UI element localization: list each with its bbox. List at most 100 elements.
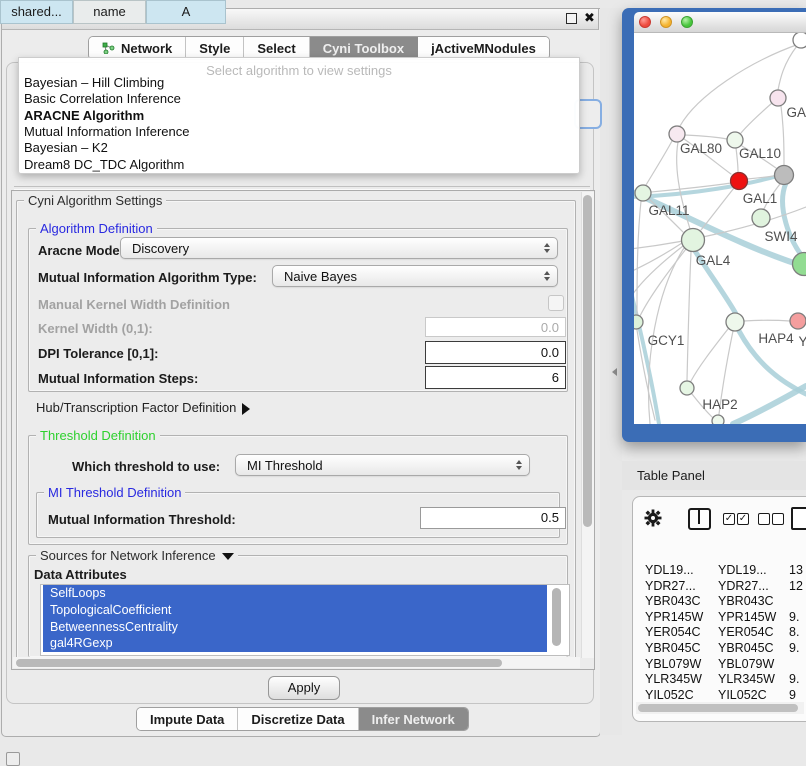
table-row[interactable]: YBR043CYBR043C <box>639 594 806 610</box>
algorithm-option[interactable]: Bayesian – Hill Climbing <box>24 75 164 91</box>
network-edge[interactable] <box>634 246 683 298</box>
data-attributes-label: Data Attributes <box>34 567 127 582</box>
column-header[interactable]: name <box>73 0 146 24</box>
table-horizontal-scrollbar-thumb[interactable] <box>638 704 798 712</box>
apply-button[interactable]: Apply <box>268 676 340 700</box>
tab-discretize-data[interactable]: Discretize Data <box>238 708 358 730</box>
network-edge[interactable] <box>691 329 728 381</box>
table-row[interactable]: YBL079WYBL079W <box>639 657 806 673</box>
close-panel-icon[interactable]: ✖ <box>584 10 595 26</box>
table-row[interactable]: YPR145WYPR145W9. <box>639 610 806 626</box>
table-row[interactable]: YDL19...YDL19...13 <box>639 563 806 579</box>
table-row[interactable]: YLR345WYLR345W9. <box>639 672 806 688</box>
show-columns-icon[interactable] <box>688 508 711 530</box>
minimize-window-icon[interactable] <box>660 16 672 28</box>
float-panel-icon[interactable] <box>566 13 577 24</box>
network-edge[interactable] <box>687 252 691 380</box>
deselect-all-columns-icon[interactable] <box>758 513 770 525</box>
network-edge[interactable] <box>744 320 790 321</box>
network-edge[interactable] <box>736 148 738 172</box>
aracne-mode-label: Aracne Mode: <box>38 243 124 258</box>
tab-cyni-toolbox[interactable]: Cyni Toolbox <box>310 37 418 59</box>
docked-panel-grip-icon[interactable] <box>6 752 20 766</box>
table-cell: YPR145W <box>718 610 776 624</box>
column-header[interactable]: A <box>146 0 226 24</box>
network-edge-thick[interactable] <box>783 183 803 257</box>
manual-kernel-checkbox[interactable] <box>548 295 564 311</box>
mi-threshold-field[interactable]: 0.5 <box>420 507 566 529</box>
data-attribute-item[interactable]: SelfLoops <box>43 585 547 602</box>
algorithm-option[interactable]: Mutual Information Inference <box>24 124 189 140</box>
network-node[interactable] <box>793 253 806 276</box>
network-node-hap2[interactable] <box>680 381 694 395</box>
algorithm-option[interactable]: ARACNE Algorithm <box>24 108 144 124</box>
algorithm-option[interactable]: Bayesian – K2 <box>24 140 108 156</box>
gear-icon[interactable] <box>644 509 662 527</box>
network-node-gcy1[interactable] <box>634 315 643 329</box>
tab-select[interactable]: Select <box>244 37 309 59</box>
data-attribute-item[interactable]: TopologicalCoefficient <box>43 602 547 619</box>
mi-type-select[interactable]: Naive Bayes <box>272 265 558 287</box>
network-node-gal1[interactable] <box>731 173 748 190</box>
network-node-gal80[interactable] <box>669 126 685 142</box>
data-attributes-list[interactable]: SelfLoopsTopologicalCoefficientBetweenne… <box>40 584 570 656</box>
tab-infer-network[interactable]: Infer Network <box>359 708 468 730</box>
network-node[interactable] <box>775 166 794 185</box>
table-row[interactable]: YDR27...YDR27...12 <box>639 579 806 595</box>
network-node-gal11[interactable] <box>635 185 651 201</box>
mi-steps-field[interactable]: 6 <box>425 366 566 389</box>
table-row[interactable]: YER054CYER054C8. <box>639 625 806 641</box>
network-edge[interactable] <box>685 135 727 139</box>
tab-style[interactable]: Style <box>186 37 244 59</box>
network-node[interactable] <box>793 33 806 48</box>
close-window-icon[interactable] <box>639 16 651 28</box>
table-row[interactable]: YBR045CYBR045C9. <box>639 641 806 657</box>
network-edge[interactable] <box>781 106 784 165</box>
panel-divider[interactable] <box>600 8 622 735</box>
which-threshold-value: MI Threshold <box>236 458 509 473</box>
mi-type-value: Naive Bayes <box>273 269 537 284</box>
column-header[interactable]: shared... <box>0 0 73 24</box>
deselect-all-columns-icon[interactable] <box>772 513 784 525</box>
which-threshold-label: Which threshold to use: <box>72 459 220 474</box>
network-node[interactable] <box>712 415 724 424</box>
network-edge[interactable] <box>701 188 734 230</box>
network-edge[interactable] <box>680 44 799 126</box>
network-node-gal[interactable] <box>770 90 786 106</box>
table-cell: YBL079W <box>645 657 701 671</box>
settings-vertical-scrollbar-thumb[interactable] <box>583 195 592 527</box>
select-all-columns-icon[interactable]: ✓ <box>737 513 749 525</box>
settings-horizontal-scrollbar-thumb[interactable] <box>16 659 502 667</box>
network-node-hap4[interactable] <box>726 313 744 331</box>
collapse-left-icon[interactable] <box>612 368 617 376</box>
which-threshold-select[interactable]: MI Threshold <box>235 454 530 476</box>
algorithm-option[interactable]: Dream8 DC_TDC Algorithm <box>24 157 184 173</box>
hub-definition-expander[interactable]: Hub/Transcription Factor Definition <box>36 400 250 415</box>
network-edge[interactable] <box>637 201 641 314</box>
export-table-icon[interactable] <box>791 507 806 530</box>
network-edge-thick[interactable] <box>634 288 659 424</box>
network-edge-thick[interactable] <box>733 386 806 424</box>
attributes-list-scrollbar[interactable] <box>552 588 561 646</box>
aracne-mode-select[interactable]: Discovery <box>120 237 558 259</box>
algorithm-option[interactable]: Basic Correlation Inference <box>24 91 181 107</box>
data-attribute-item[interactable]: gal4RGexp <box>43 635 547 652</box>
network-canvas[interactable]: GALGAL80GAL10GAL1GAL11SWI4GAL4GCY1HAP4YH… <box>634 33 806 424</box>
tab-impute-data[interactable]: Impute Data <box>137 708 238 730</box>
network-edge[interactable] <box>646 141 672 185</box>
data-attribute-item[interactable]: BetweennessCentrality <box>43 619 547 636</box>
tab-jactivemnodules[interactable]: jActiveMNodules <box>418 37 549 59</box>
network-node-swi4[interactable] <box>752 209 770 227</box>
dpi-tolerance-field[interactable]: 0.0 <box>425 341 566 364</box>
select-all-columns-icon[interactable]: ✓ <box>723 513 735 525</box>
network-edge[interactable] <box>640 249 686 316</box>
network-edge[interactable] <box>741 103 772 133</box>
tab-network[interactable]: Network <box>89 37 186 59</box>
collapse-down-icon[interactable] <box>222 553 234 560</box>
network-edge[interactable] <box>778 46 797 90</box>
network-node-gal4[interactable] <box>682 229 705 252</box>
zoom-window-icon[interactable] <box>681 16 693 28</box>
network-node-y[interactable] <box>790 313 806 329</box>
mi-threshold-group-title: MI Threshold Definition <box>44 485 185 500</box>
kernel-width-field[interactable]: 0.0 <box>425 317 566 337</box>
